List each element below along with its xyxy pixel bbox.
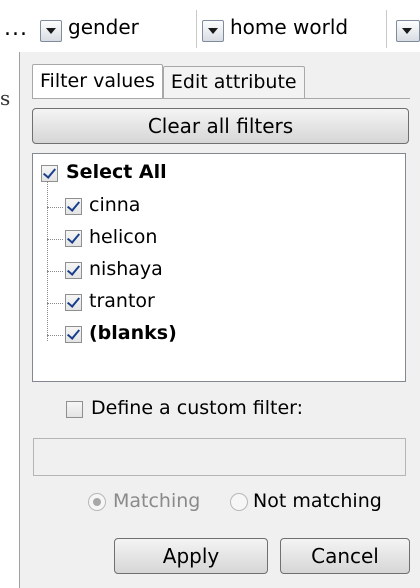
- tree-connector: [47, 207, 63, 208]
- column-label-home-world: home world: [230, 15, 349, 39]
- matching-label: Matching: [113, 490, 201, 512]
- column-label-gender: gender: [68, 15, 139, 39]
- value-label-trantor: trantor: [89, 290, 155, 312]
- value-checkbox-nishaya[interactable]: [65, 262, 82, 279]
- value-checkbox-cinna[interactable]: [65, 198, 82, 215]
- tree-connector: [47, 179, 48, 341]
- select-all-checkbox[interactable]: [41, 165, 58, 182]
- column-divider: [196, 10, 197, 48]
- value-checkbox-helicon[interactable]: [65, 230, 82, 247]
- value-label-nishaya: nishaya: [89, 258, 163, 280]
- home-world-dropdown-button[interactable]: [202, 20, 224, 42]
- tree-connector: [47, 303, 63, 304]
- clear-all-filters-button[interactable]: Clear all filters: [32, 108, 409, 144]
- matching-radio[interactable]: [88, 493, 106, 511]
- tree-connector: [47, 335, 63, 336]
- apply-button[interactable]: Apply: [114, 538, 268, 574]
- filter-tabs: Filter values Edit attribute: [32, 64, 305, 98]
- truncated-column-label: ...: [4, 16, 28, 41]
- select-all-label: Select All: [66, 161, 167, 183]
- not-matching-radio[interactable]: [230, 493, 248, 511]
- value-label-cinna: cinna: [89, 194, 141, 216]
- value-label-helicon: helicon: [89, 226, 158, 248]
- column-header-strip: ... gender home world: [0, 0, 420, 52]
- filter-values-list[interactable]: Select All cinna helicon nishaya trantor…: [32, 153, 406, 382]
- custom-filter-checkbox[interactable]: [66, 401, 83, 418]
- value-checkbox-blanks[interactable]: [65, 326, 82, 343]
- filter-panel: Filter values Edit attribute Clear all f…: [19, 52, 420, 588]
- gender-dropdown-button[interactable]: [40, 20, 62, 42]
- partial-background-text: s: [0, 86, 11, 110]
- value-checkbox-trantor[interactable]: [65, 294, 82, 311]
- not-matching-label: Not matching: [253, 490, 382, 512]
- tab-divider: [32, 98, 410, 99]
- tab-edit-attribute[interactable]: Edit attribute: [162, 66, 305, 98]
- custom-filter-label: Define a custom filter:: [91, 397, 304, 419]
- tab-filter-values[interactable]: Filter values: [32, 64, 163, 98]
- cancel-button[interactable]: Cancel: [280, 538, 410, 574]
- column-divider: [386, 10, 387, 48]
- tree-connector: [47, 271, 63, 272]
- value-label-blanks: (blanks): [89, 322, 177, 344]
- tree-connector: [47, 239, 63, 240]
- custom-filter-input[interactable]: [33, 438, 406, 476]
- next-column-dropdown-button[interactable]: [396, 20, 420, 42]
